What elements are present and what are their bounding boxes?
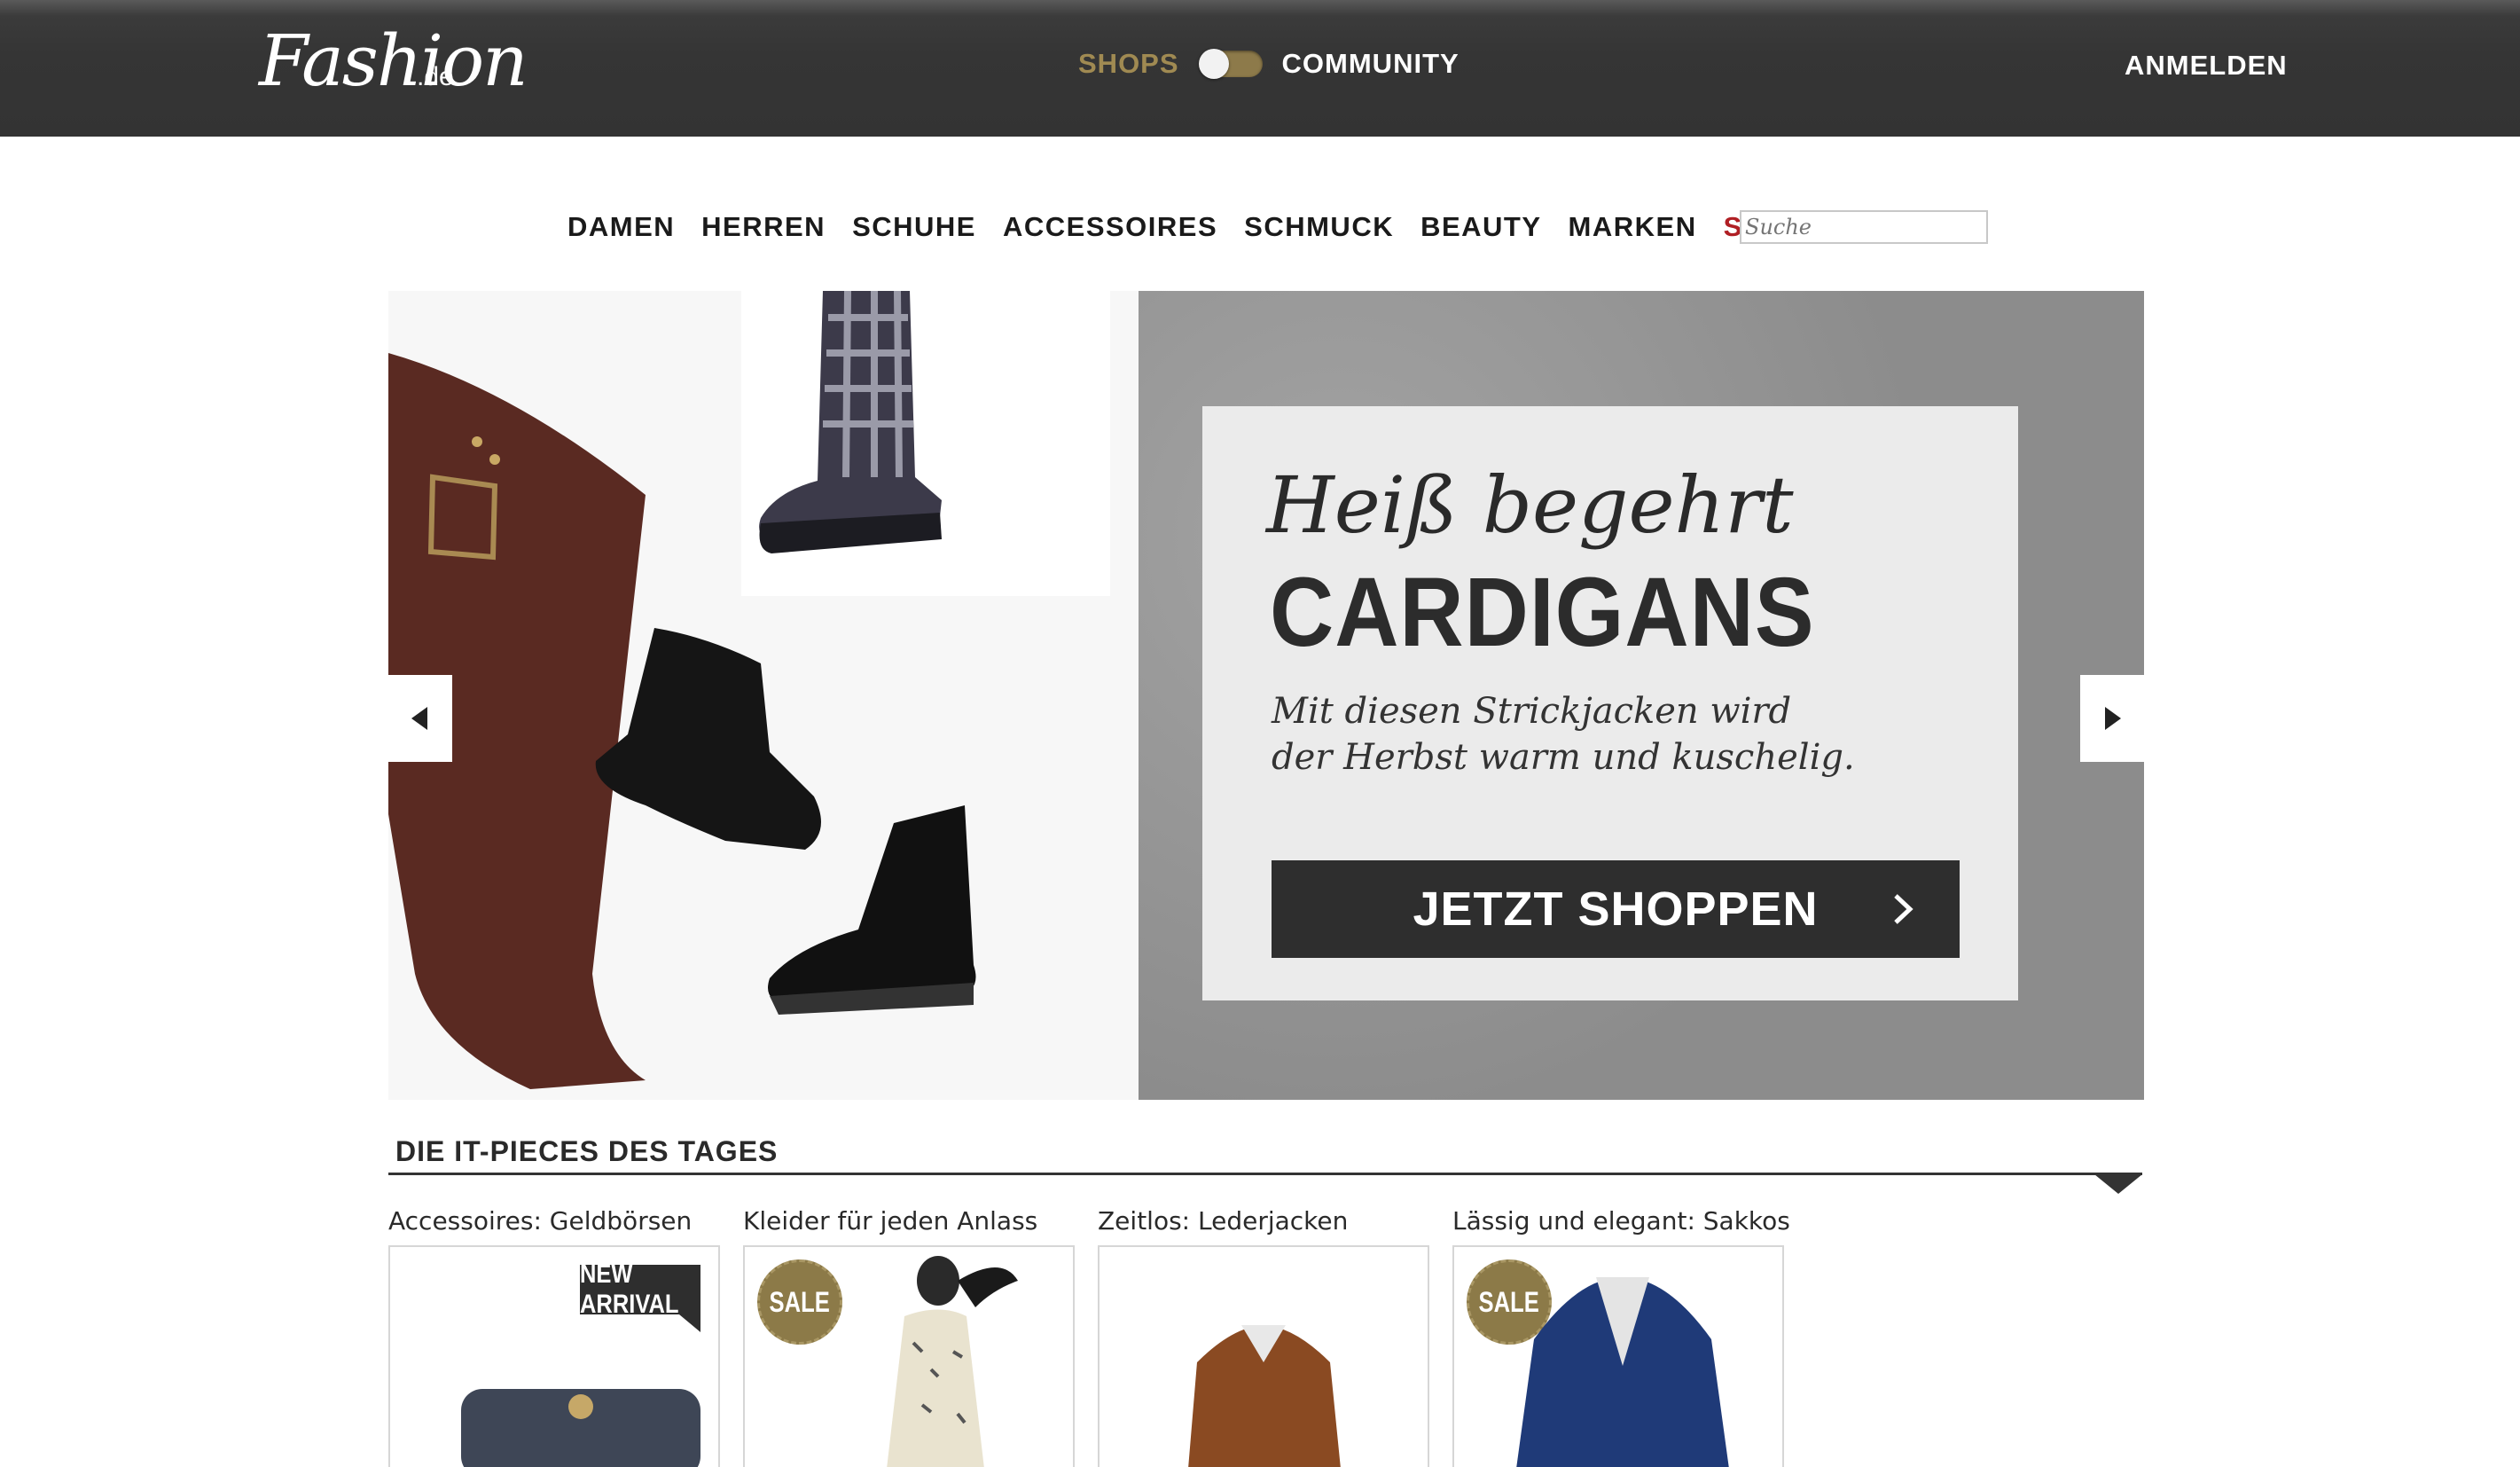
search-input[interactable]: [1740, 210, 1988, 244]
product-card-leather-jackets[interactable]: Zeitlos: Lederjacken: [1098, 1206, 1429, 1467]
nav-item-marken[interactable]: MARKEN: [1569, 211, 1697, 243]
nav-item-schuhe[interactable]: SCHUHE: [852, 211, 976, 243]
triangle-right-icon: [2105, 707, 2121, 730]
switch-toggle[interactable]: [1198, 49, 1263, 79]
logo-suffix: .de: [417, 62, 454, 91]
badge-tail: [679, 1314, 700, 1332]
chelsea-boot-image: [768, 805, 976, 1015]
switch-knob[interactable]: [1198, 49, 1229, 79]
slider-prev-button[interactable]: [388, 675, 452, 762]
nav-item-accessoires[interactable]: ACCESSOIRES: [1003, 211, 1217, 243]
hero-text-line-1: Mit diesen Strickjacken wird: [1272, 691, 1792, 732]
hero-product-image[interactable]: [388, 291, 1139, 1100]
rain-boot-image: [741, 291, 1110, 596]
hero-card: Heiß begehrt CARDIGANS Mit diesen Strick…: [1202, 406, 2018, 1000]
nav-item-damen[interactable]: DAMEN: [567, 211, 675, 243]
sale-badge-label: SALE: [769, 1285, 831, 1318]
hero-kicker: Heiß begehrt: [1266, 459, 1794, 551]
switch-shops-label[interactable]: SHOPS: [1078, 48, 1179, 80]
nav-item-herren[interactable]: HERREN: [701, 211, 826, 243]
shop-now-button[interactable]: JETZT SHOPPEN: [1272, 860, 1960, 958]
card-image-dress[interactable]: SALE: [743, 1245, 1075, 1467]
site-logo[interactable]: Fashion .de: [259, 12, 528, 117]
card-label[interactable]: Zeitlos: Lederjacken: [1098, 1206, 1429, 1245]
hero-banner: Heiß begehrt CARDIGANS Mit diesen Strick…: [1139, 291, 2144, 1100]
nav-item-beauty[interactable]: BEAUTY: [1420, 211, 1541, 243]
hero-title: CARDIGANS: [1270, 558, 1815, 668]
chevron-right-icon: [1894, 894, 1913, 924]
triangle-left-icon: [411, 707, 427, 730]
main-navigation: DAMEN HERREN SCHUHE ACCESSOIRES SCHMUCK …: [567, 209, 1828, 245]
switch-community-label[interactable]: COMMUNITY: [1282, 48, 1460, 80]
leather-jacket-image: [1188, 1325, 1341, 1467]
shops-community-switch[interactable]: SHOPS COMMUNITY: [1078, 44, 1460, 83]
shop-now-label: JETZT SHOPPEN: [1413, 883, 1819, 936]
dress-model-image: [887, 1256, 1018, 1467]
hero-text-line-2: der Herbst warm und kuschelig.: [1272, 737, 1855, 778]
card-label[interactable]: Accessoires: Geldbörsen: [388, 1206, 720, 1245]
section-title: DIE IT-PIECES DES TAGES: [395, 1135, 779, 1167]
hero-text: Mit diesen Strickjacken wird der Herbst …: [1272, 688, 1945, 781]
section-divider: [388, 1173, 2142, 1175]
product-card-dresses[interactable]: Kleider für jeden Anlass SALE: [743, 1206, 1075, 1467]
top-bar: Fashion .de SHOPS COMMUNITY ANMELDEN: [0, 0, 2520, 137]
logo-wordmark: Fashion: [259, 20, 528, 102]
sale-badge: SALE: [757, 1259, 842, 1345]
product-card-wallets[interactable]: Accessoires: Geldbörsen NEW ARRIVAL: [388, 1206, 720, 1467]
card-label[interactable]: Kleider für jeden Anlass: [743, 1206, 1075, 1245]
section-triangle-icon: [2094, 1174, 2142, 1194]
card-label[interactable]: Lässig und elegant: Sakkos: [1452, 1206, 1790, 1245]
card-image-leather-jacket[interactable]: [1098, 1245, 1429, 1467]
blazer-image: [1516, 1277, 1729, 1467]
card-image-wallet[interactable]: NEW ARRIVAL: [388, 1245, 720, 1467]
product-card-blazers[interactable]: Lässig und elegant: Sakkos SALE: [1452, 1206, 1790, 1467]
nav-item-schmuck[interactable]: SCHMUCK: [1244, 211, 1394, 243]
card-image-blazer[interactable]: SALE: [1452, 1245, 1784, 1467]
login-link[interactable]: ANMELDEN: [2125, 50, 2288, 82]
slider-next-button[interactable]: [2080, 675, 2144, 762]
wallet-image: [461, 1389, 700, 1467]
new-arrival-badge: NEW ARRIVAL: [580, 1259, 700, 1319]
